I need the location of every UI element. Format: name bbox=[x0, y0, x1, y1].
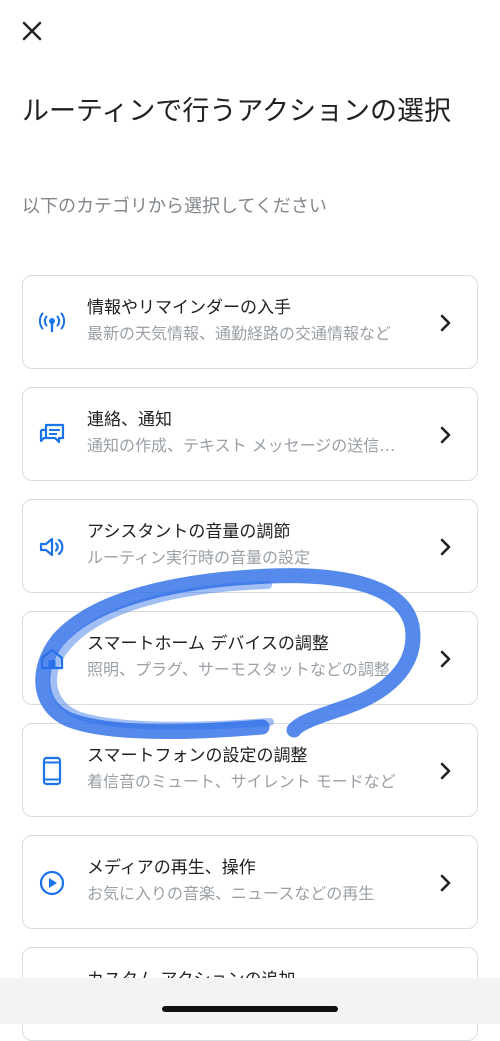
category-description: 最新の天気情報、通勤経路の交通情報など bbox=[87, 324, 392, 343]
system-bottom-bar bbox=[0, 978, 500, 1024]
category-label: 連絡、通知 bbox=[87, 410, 172, 430]
home-icon bbox=[37, 645, 67, 673]
chevron-right-icon bbox=[440, 314, 451, 332]
category-info-reminders[interactable]: 情報やリマインダーの入手 最新の天気情報、通勤経路の交通情報など bbox=[22, 275, 478, 369]
volume-icon bbox=[37, 533, 67, 561]
close-icon bbox=[22, 21, 42, 41]
chevron-right-icon bbox=[440, 538, 451, 556]
chevron-right-icon bbox=[440, 426, 451, 444]
chevron-right-icon bbox=[440, 874, 451, 892]
category-label: アシスタントの音量の調節 bbox=[87, 522, 291, 542]
chevron-right-icon bbox=[440, 762, 451, 780]
category-description: お気に入りの音楽、ニュースなどの再生 bbox=[87, 884, 375, 903]
category-media[interactable]: メディアの再生、操作 お気に入りの音楽、ニュースなどの再生 bbox=[22, 835, 478, 929]
category-label: スマートフォンの設定の調整 bbox=[87, 746, 308, 766]
page-title: ルーティンで行うアクションの選択 bbox=[22, 96, 452, 127]
category-description: 通知の作成、テキスト メッセージの送信など bbox=[87, 436, 407, 455]
play-icon bbox=[37, 869, 67, 897]
category-label: スマートホーム デバイスの調整 bbox=[87, 634, 329, 654]
category-volume[interactable]: アシスタントの音量の調節 ルーティン実行時の音量の設定 bbox=[22, 499, 478, 593]
phone-icon bbox=[37, 756, 67, 786]
category-description: 照明、プラグ、サーモスタットなどの調整 bbox=[87, 660, 390, 679]
category-phone-settings[interactable]: スマートフォンの設定の調整 着信音のミュート、サイレント モードなど bbox=[22, 723, 478, 817]
close-button[interactable] bbox=[16, 15, 48, 47]
category-contact-notify[interactable]: 連絡、通知 通知の作成、テキスト メッセージの送信など bbox=[22, 387, 478, 481]
chevron-right-icon bbox=[440, 650, 451, 668]
home-indicator[interactable] bbox=[162, 1006, 338, 1012]
category-label: 情報やリマインダーの入手 bbox=[87, 298, 291, 318]
chat-icon bbox=[37, 421, 67, 449]
category-label: メディアの再生、操作 bbox=[87, 858, 256, 878]
page-subtitle: 以下のカテゴリから選択してください bbox=[22, 196, 327, 217]
category-description: ルーティン実行時の音量の設定 bbox=[87, 548, 311, 567]
category-description: 着信音のミュート、サイレント モードなど bbox=[87, 772, 396, 791]
category-smart-home[interactable]: スマートホーム デバイスの調整 照明、プラグ、サーモスタットなどの調整 bbox=[22, 611, 478, 705]
broadcast-icon bbox=[37, 309, 67, 337]
